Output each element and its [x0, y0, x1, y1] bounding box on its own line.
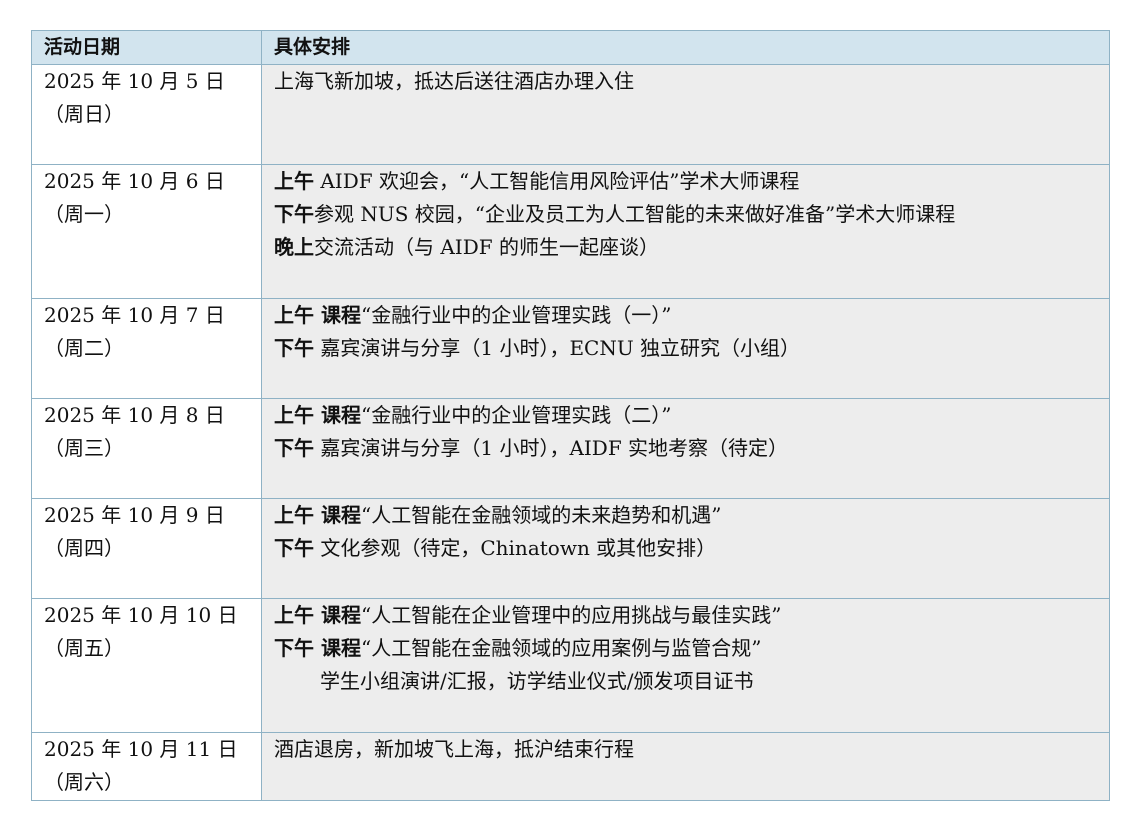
date-text: 2025 年 10 月 5 日 [44, 69, 225, 93]
plan-cell: 上午 课程“金融行业中的企业管理实践（二）” 下午 嘉宾演讲与分享（1 小时），A… [261, 398, 1110, 499]
plan-line: 上午 课程“金融行业中的企业管理实践（二）” [274, 399, 1097, 432]
plan-cell: 上午 课程“人工智能在金融领域的未来趋势和机遇” 下午 文化参观（待定，China… [261, 498, 1110, 599]
time-label: 下午 [274, 202, 314, 226]
plan-line: 下午参观 NUS 校园，“企业及员工为人工智能的未来做好准备”学术大师课程 [274, 198, 1097, 231]
date-cell: 2025 年 10 月 11 日 （周六） [31, 732, 262, 801]
time-label: 上午 课程 [274, 603, 361, 627]
date-cell: 2025 年 10 月 5 日 （周日） [31, 64, 262, 165]
plan-text: 学生小组演讲/汇报，访学结业仪式/颁发项目证书 [320, 669, 754, 693]
weekday-text: （周一） [44, 202, 124, 226]
weekday-text: （周四） [44, 536, 124, 560]
plan-cell: 上午 AIDF 欢迎会，“人工智能信用风险评估”学术大师课程 下午参观 NUS 校… [261, 164, 1110, 299]
date-cell: 2025 年 10 月 8 日 （周三） [31, 398, 262, 499]
date-cell: 2025 年 10 月 9 日 （周四） [31, 498, 262, 599]
date-text: 2025 年 10 月 9 日 [44, 503, 225, 527]
header-date: 活动日期 [31, 30, 262, 65]
time-label: 下午 课程 [274, 636, 361, 660]
plan-text: “人工智能在金融领域的未来趋势和机遇” [360, 503, 722, 527]
plan-text: AIDF 欢迎会，“人工智能信用风险评估”学术大师课程 [314, 169, 800, 193]
plan-text: 文化参观（待定，Chinatown 或其他安排） [314, 536, 717, 560]
plan-text: 嘉宾演讲与分享（1 小时），AIDF 实地考察（待定） [314, 436, 789, 460]
plan-text: 酒店退房，新加坡飞上海，抵沪结束行程 [274, 737, 634, 761]
plan-line: 上海飞新加坡，抵达后送往酒店办理入住 [274, 65, 1097, 98]
plan-line: 晚上交流活动（与 AIDF 的师生一起座谈） [274, 231, 1097, 264]
table-row: 2025 年 10 月 10 日 （周五） 上午 课程“人工智能在企业管理中的应用挑… [31, 598, 1110, 733]
table-row: 2025 年 10 月 6 日 （周一） 上午 AIDF 欢迎会，“人工智能信用风险… [31, 164, 1110, 299]
plan-line: 下午 嘉宾演讲与分享（1 小时），AIDF 实地考察（待定） [274, 432, 1097, 465]
header-row: 活动日期 具体安排 [31, 30, 1110, 65]
plan-cell: 上午 课程“金融行业中的企业管理实践（一）” 下午 嘉宾演讲与分享（1 小时），E… [261, 298, 1110, 399]
plan-text: 交流活动（与 AIDF 的师生一起座谈） [314, 235, 659, 259]
weekday-text: （周六） [44, 770, 124, 794]
plan-text: “人工智能在金融领域的应用案例与监管合规” [360, 636, 762, 660]
plan-line: 上午 AIDF 欢迎会，“人工智能信用风险评估”学术大师课程 [274, 165, 1097, 198]
time-label: 上午 课程 [274, 303, 361, 327]
schedule-table: 活动日期 具体安排 2025 年 10 月 5 日 （周日） 上海飞新加坡，抵达后送… [31, 30, 1110, 801]
plan-text: 嘉宾演讲与分享（1 小时），ECNU 独立研究（小组） [314, 336, 801, 360]
table-row: 2025 年 10 月 8 日 （周三） 上午 课程“金融行业中的企业管理实践（二）… [31, 398, 1110, 499]
header-plan: 具体安排 [261, 30, 1110, 65]
plan-text: “人工智能在企业管理中的应用挑战与最佳实践” [360, 603, 782, 627]
time-label: 晚上 [274, 235, 314, 259]
date-text: 2025 年 10 月 7 日 [44, 303, 225, 327]
date-text: 2025 年 10 月 10 日 [44, 603, 238, 627]
date-cell: 2025 年 10 月 6 日 （周一） [31, 164, 262, 299]
plan-cell: 上午 课程“人工智能在企业管理中的应用挑战与最佳实践” 下午 课程“人工智能在金融… [261, 598, 1110, 733]
plan-text: “金融行业中的企业管理实践（一）” [360, 303, 672, 327]
date-text: 2025 年 10 月 6 日 [44, 169, 225, 193]
time-label: 下午 [274, 536, 314, 560]
date-cell: 2025 年 10 月 7 日 （周二） [31, 298, 262, 399]
plan-line: 学生小组演讲/汇报，访学结业仪式/颁发项目证书 [274, 665, 1097, 698]
time-label: 上午 课程 [274, 503, 361, 527]
plan-text: 参观 NUS 校园，“企业及员工为人工智能的未来做好准备”学术大师课程 [314, 202, 956, 226]
plan-line: 下午 课程“人工智能在金融领域的应用案例与监管合规” [274, 632, 1097, 665]
weekday-text: （周二） [44, 336, 124, 360]
table-row: 2025 年 10 月 9 日 （周四） 上午 课程“人工智能在金融领域的未来趋势和… [31, 498, 1110, 599]
time-label: 下午 [274, 436, 314, 460]
weekday-text: （周三） [44, 436, 124, 460]
plan-line: 酒店退房，新加坡飞上海，抵沪结束行程 [274, 733, 1097, 766]
plan-cell: 上海飞新加坡，抵达后送往酒店办理入住 [261, 64, 1110, 165]
plan-line: 下午 嘉宾演讲与分享（1 小时），ECNU 独立研究（小组） [274, 332, 1097, 365]
time-label: 上午 课程 [274, 403, 361, 427]
plan-text: 上海飞新加坡，抵达后送往酒店办理入住 [274, 69, 634, 93]
plan-line: 上午 课程“人工智能在金融领域的未来趋势和机遇” [274, 499, 1097, 532]
plan-line: 上午 课程“金融行业中的企业管理实践（一）” [274, 299, 1097, 332]
plan-line: 下午 文化参观（待定，Chinatown 或其他安排） [274, 532, 1097, 565]
plan-cell: 酒店退房，新加坡飞上海，抵沪结束行程 [261, 732, 1110, 801]
weekday-text: （周日） [44, 102, 124, 126]
plan-line: 上午 课程“人工智能在企业管理中的应用挑战与最佳实践” [274, 599, 1097, 632]
plan-text: “金融行业中的企业管理实践（二）” [360, 403, 672, 427]
table-row: 2025 年 10 月 11 日 （周六） 酒店退房，新加坡飞上海，抵沪结束行程 [31, 732, 1110, 801]
time-label: 下午 [274, 336, 314, 360]
date-text: 2025 年 10 月 8 日 [44, 403, 225, 427]
date-text: 2025 年 10 月 11 日 [44, 737, 238, 761]
date-cell: 2025 年 10 月 10 日 （周五） [31, 598, 262, 733]
time-label: 上午 [274, 169, 314, 193]
weekday-text: （周五） [44, 636, 124, 660]
table-row: 2025 年 10 月 7 日 （周二） 上午 课程“金融行业中的企业管理实践（一）… [31, 298, 1110, 399]
table-row: 2025 年 10 月 5 日 （周日） 上海飞新加坡，抵达后送往酒店办理入住 [31, 64, 1110, 165]
